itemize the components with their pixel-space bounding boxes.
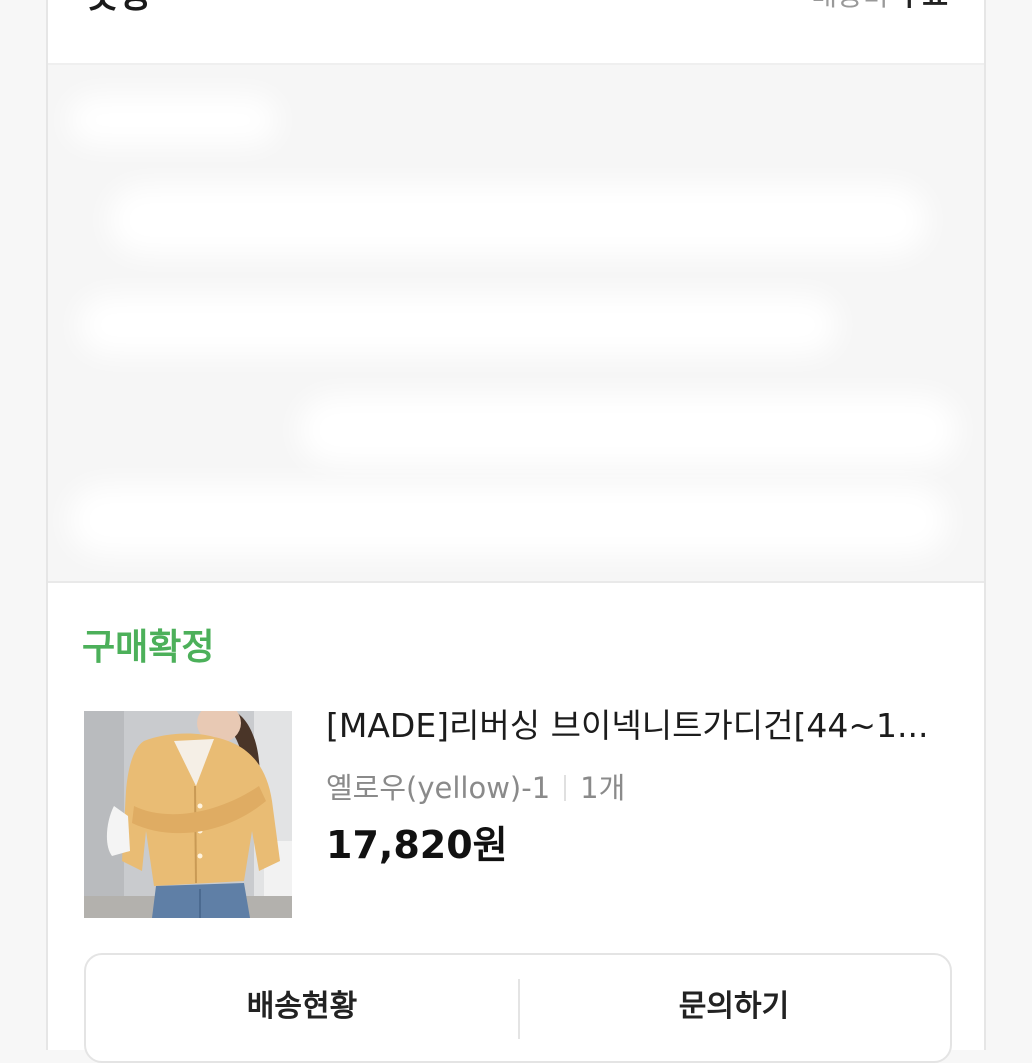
product-option: 옐로우(yellow)-1 [326,771,551,805]
order-action-buttons: 배송현황 문의하기 [84,953,952,1063]
shipping-fee-label: 배송비 [811,0,888,12]
product-quantity: 1개 [580,771,626,805]
shipping-status-button[interactable]: 배송현황 [86,955,518,1061]
shipping-fee-value: 무료 [896,0,948,12]
cardigan-product-photo [84,711,292,918]
order-status: 구매확정 [82,627,215,668]
product-name[interactable]: [MADE]리버싱 브이넥니트가디건[44~1... [326,705,956,747]
option-divider [564,775,567,801]
product-price: 17,820원 [326,823,508,867]
shop-name[interactable]: 옷장 [86,0,152,16]
blurred-content-area [48,65,984,583]
product-option-row: 옐로우(yellow)-1 1개 [326,768,625,808]
product-thumbnail[interactable] [84,711,292,918]
shipping-fee: 배송비 무료 [811,0,948,16]
shop-header-row: 옷장 배송비 무료 [48,0,984,65]
order-card: 옷장 배송비 무료 구매확정 [46,0,986,1063]
inquiry-button[interactable]: 문의하기 [518,955,950,1061]
